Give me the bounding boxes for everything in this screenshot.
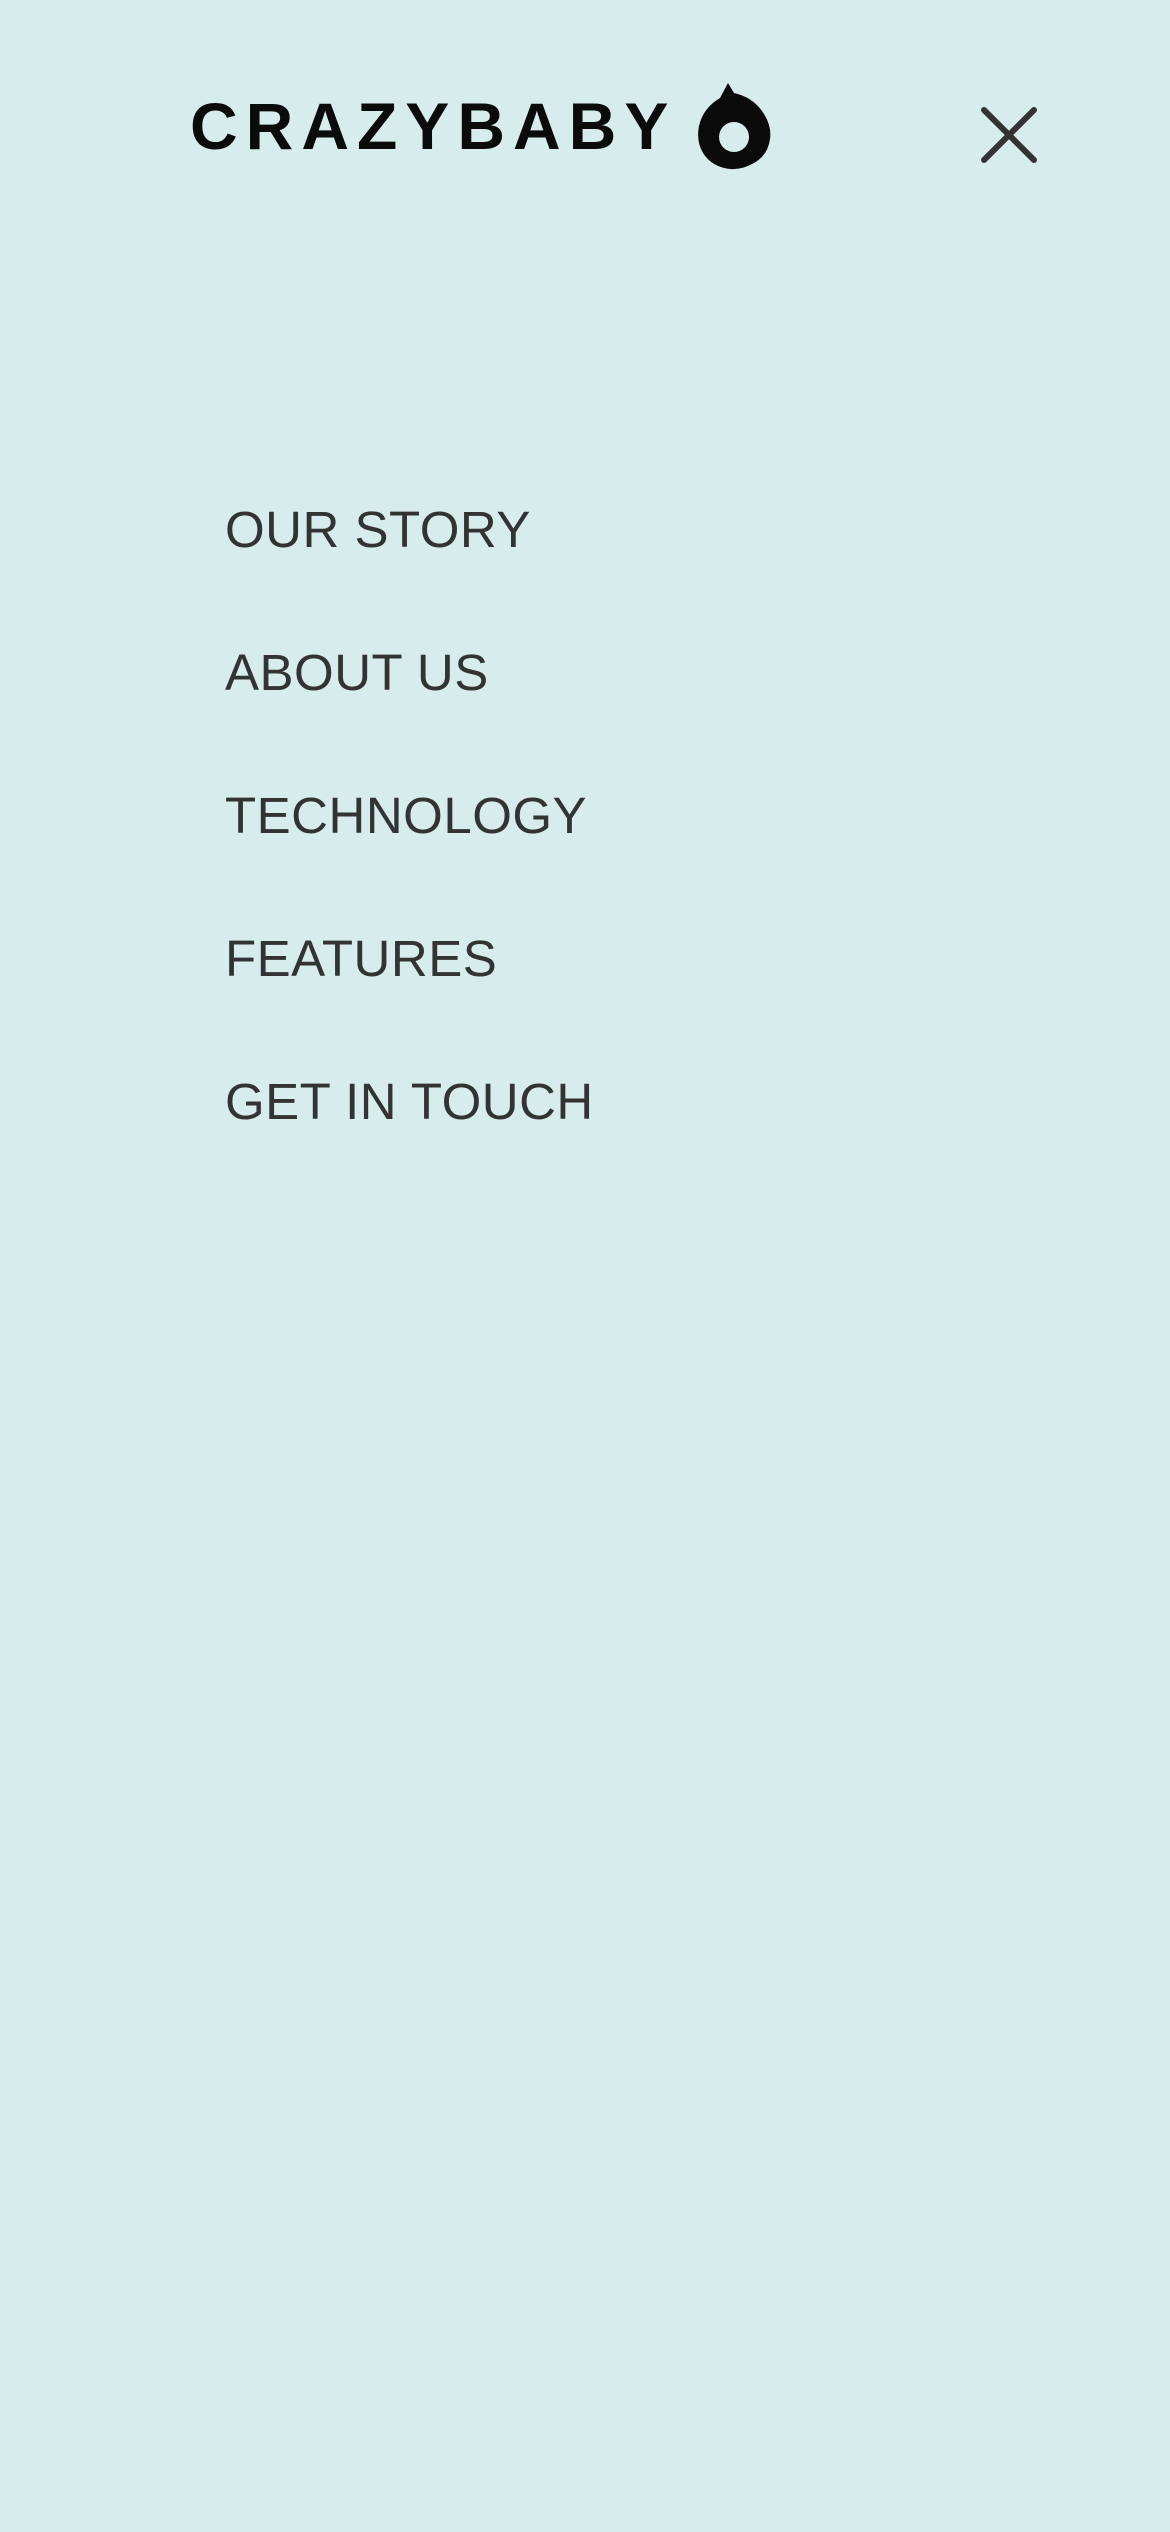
menu-item-about-us: ABOUT US <box>225 613 594 756</box>
menu-link-our-story[interactable]: OUR STORY <box>225 470 531 590</box>
close-menu-button[interactable] <box>978 104 1040 166</box>
menu-link-about-us[interactable]: ABOUT US <box>225 613 489 733</box>
site-header: CRAZYBABY <box>0 0 1170 220</box>
menu-link-technology[interactable]: TECHNOLOGY <box>225 756 587 876</box>
menu-item-our-story: OUR STORY <box>225 470 594 613</box>
menu-link-features[interactable]: FEATURES <box>225 899 497 1019</box>
menu-list: OUR STORY ABOUT US TECHNOLOGY FEATURES G… <box>225 470 594 1185</box>
menu-item-technology: TECHNOLOGY <box>225 756 594 899</box>
menu-item-features: FEATURES <box>225 899 594 1042</box>
crazybaby-drop-logo-icon <box>698 82 771 169</box>
logo-wordmark: CRAZYBABY <box>190 88 677 163</box>
close-icon <box>981 107 1037 163</box>
menu-item-get-in-touch: GET IN TOUCH <box>225 1042 594 1185</box>
menu-link-get-in-touch[interactable]: GET IN TOUCH <box>225 1042 594 1162</box>
crazybaby-logo[interactable]: CRAZYBABY <box>190 78 774 173</box>
